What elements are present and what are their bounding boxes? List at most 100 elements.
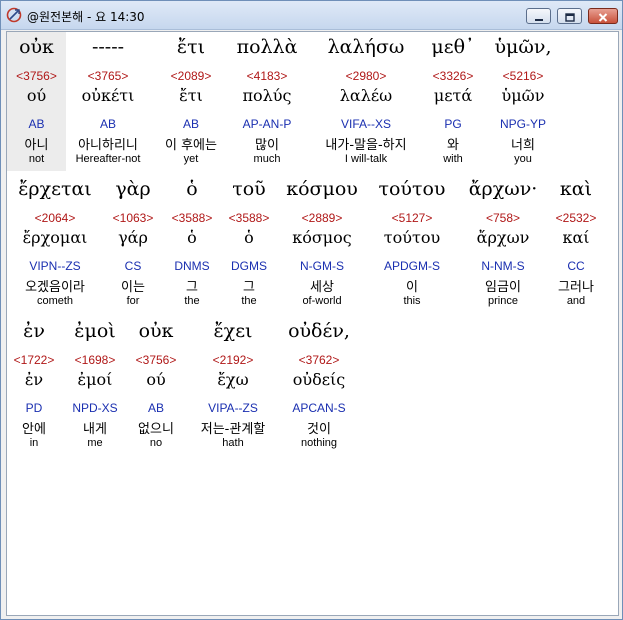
word-column[interactable]: μεθ᾽ <3326> μετά PG 와 with	[423, 36, 483, 168]
strongs-number[interactable]: <2089>	[157, 69, 225, 83]
maximize-button[interactable]	[557, 8, 582, 24]
korean-gloss: 와	[447, 138, 459, 153]
lemma: οὐδείς	[292, 370, 346, 389]
korean-gloss: 안에	[22, 422, 46, 437]
english-gloss: the	[184, 295, 200, 307]
word-column[interactable]: ἔτι <2089> ἔτι AB 이 후에는 yet	[157, 36, 225, 168]
strongs-number[interactable]: <2980>	[311, 69, 421, 83]
word-column[interactable]: ὑμῶν, <5216> ὑμῶν NPG-YP 너희 you	[485, 36, 561, 168]
strongs-number[interactable]: <3326>	[423, 69, 483, 83]
english-gloss: nothing	[300, 437, 338, 449]
parsing-code: PG	[444, 117, 462, 131]
strongs-number[interactable]: <5127>	[369, 211, 455, 225]
strongs-number[interactable]: <2064>	[7, 211, 103, 225]
english-gloss: I will-talk	[344, 153, 388, 165]
parsing-code: AB	[28, 117, 45, 131]
parsing-code: AB	[182, 117, 199, 131]
strongs-number[interactable]: <1698>	[65, 353, 125, 367]
strongs-number[interactable]: <3765>	[65, 69, 151, 83]
greek-word: τοῦ	[232, 178, 266, 200]
korean-gloss: 이 후에는	[165, 138, 217, 153]
strongs-number[interactable]: <3588>	[163, 211, 221, 225]
strongs-number[interactable]: <3588>	[221, 211, 277, 225]
word-column[interactable]: κόσμου <2889> κόσμος N-GM-S 세상 of-world	[279, 178, 365, 310]
korean-gloss: 없으니	[138, 422, 174, 437]
word-column[interactable]: οὐδέν, <3762> οὐδείς APCAN-S 것이 nothing	[279, 320, 359, 452]
parsing-code: VIFA--XS	[340, 117, 391, 131]
word-column[interactable]: ὁ <3588> ὁ DNMS 그 the	[163, 178, 221, 310]
greek-word: οὐκ	[19, 36, 54, 58]
korean-gloss: 그러나	[558, 280, 594, 295]
lemma: ἐν	[24, 370, 44, 389]
title-bar[interactable]: @원전본해 - 요 14:30	[1, 1, 622, 30]
word-column[interactable]: λαλήσω <2980> λαλέω VIFA--XS 내가-말을-하지 I …	[311, 36, 421, 168]
word-column[interactable]: ἔρχεται <2064> ἔρχομαι VIPN--ZS 오겠음이라 co…	[7, 178, 103, 310]
lemma: ἄρχων	[476, 228, 530, 247]
lemma: ὁ	[244, 228, 254, 247]
english-gloss: not	[28, 153, 45, 165]
english-gloss: for	[126, 295, 140, 307]
strongs-number[interactable]: <4183>	[229, 69, 305, 83]
word-column[interactable]: πολλὰ <4183> πολύς AP-AN-P 많이 much	[229, 36, 305, 168]
parsing-code: DNMS	[174, 259, 210, 273]
english-gloss: with	[443, 153, 463, 165]
word-column[interactable]: ἐν <1722> ἐν PD 안에 in	[7, 320, 61, 452]
korean-gloss: 그	[186, 280, 198, 295]
lemma: ἐμοί	[77, 370, 113, 389]
app-window: @원전본해 - 요 14:30 οὐκ <3756> ού AB 아니 not	[0, 0, 623, 620]
close-icon	[598, 7, 608, 26]
korean-gloss: 아니	[24, 138, 49, 153]
greek-word: καὶ	[559, 178, 593, 200]
korean-gloss: 임금이	[485, 280, 521, 295]
lemma: πολύς	[242, 86, 292, 105]
window-title: @원전본해 - 요 14:30	[27, 10, 145, 24]
strongs-number[interactable]: <5216>	[485, 69, 561, 83]
lemma: τούτου	[383, 228, 441, 247]
strongs-number[interactable]: <758>	[457, 211, 549, 225]
lemma: καί	[562, 228, 590, 247]
greek-word: λαλήσω	[327, 36, 405, 58]
word-column[interactable]: ----- <3765> οὐκέτι AB 아니하리니 Hereafter-n…	[65, 36, 151, 168]
strongs-number[interactable]: <3762>	[279, 353, 359, 367]
word-column[interactable]: ἐμοὶ <1698> ἐμοί NPD-XS 내게 me	[65, 320, 125, 452]
greek-word: ἄρχων·	[468, 178, 538, 200]
word-column[interactable]: οὐκ <3756> ού AB 없으니 no	[127, 320, 185, 452]
korean-gloss: 이는	[121, 280, 145, 295]
strongs-number[interactable]: <3756>	[7, 69, 66, 83]
strongs-number[interactable]: <1063>	[105, 211, 161, 225]
korean-gloss: 세상	[310, 280, 334, 295]
minimize-icon	[534, 7, 544, 26]
parsing-code: DGMS	[231, 259, 267, 273]
word-column[interactable]: ἔχει <2192> ἔχω VIPA--ZS 저는-관계할 hath	[187, 320, 279, 452]
greek-word: ἔρχεται	[18, 178, 92, 200]
word-column[interactable]: ἄρχων· <758> ἄρχων N-NM-S 임금이 prince	[457, 178, 549, 310]
word-column[interactable]: γὰρ <1063> γάρ CS 이는 for	[105, 178, 161, 310]
word-column[interactable]: οὐκ <3756> ού AB 아니 not	[7, 36, 66, 168]
english-gloss: this	[403, 295, 421, 307]
app-logo-icon	[6, 7, 22, 23]
parsing-code: PD	[25, 401, 43, 415]
word-column[interactable]: τοῦ <3588> ὁ DGMS 그 the	[221, 178, 277, 310]
word-column[interactable]: τούτου <5127> τούτου APDGM-S 이 this	[369, 178, 455, 310]
greek-word: ἔχει	[213, 320, 253, 342]
english-gloss: of-world	[302, 295, 342, 307]
strongs-number[interactable]: <2889>	[279, 211, 365, 225]
interlinear-view[interactable]: οὐκ <3756> ού AB 아니 not ----- <3765> οὐκ…	[6, 31, 619, 616]
greek-word: -----	[91, 36, 125, 58]
greek-word: κόσμου	[286, 178, 358, 200]
lemma: ὑμῶν	[501, 86, 545, 105]
minimize-button[interactable]	[526, 8, 551, 24]
parsing-code: AB	[147, 401, 164, 415]
english-gloss: me	[87, 437, 103, 449]
strongs-number[interactable]: <2532>	[549, 211, 603, 225]
parsing-code: N-NM-S	[481, 259, 525, 273]
word-column[interactable]: καὶ <2532> καί CC 그러나 and	[549, 178, 603, 310]
korean-gloss: 내가-말을-하지	[325, 138, 407, 153]
korean-gloss: 내게	[83, 422, 107, 437]
strongs-number[interactable]: <3756>	[127, 353, 185, 367]
strongs-number[interactable]: <2192>	[187, 353, 279, 367]
strongs-number[interactable]: <1722>	[7, 353, 61, 367]
greek-word: ἔτι	[176, 36, 206, 58]
parsing-code: CC	[567, 259, 585, 273]
close-button[interactable]	[588, 8, 618, 24]
